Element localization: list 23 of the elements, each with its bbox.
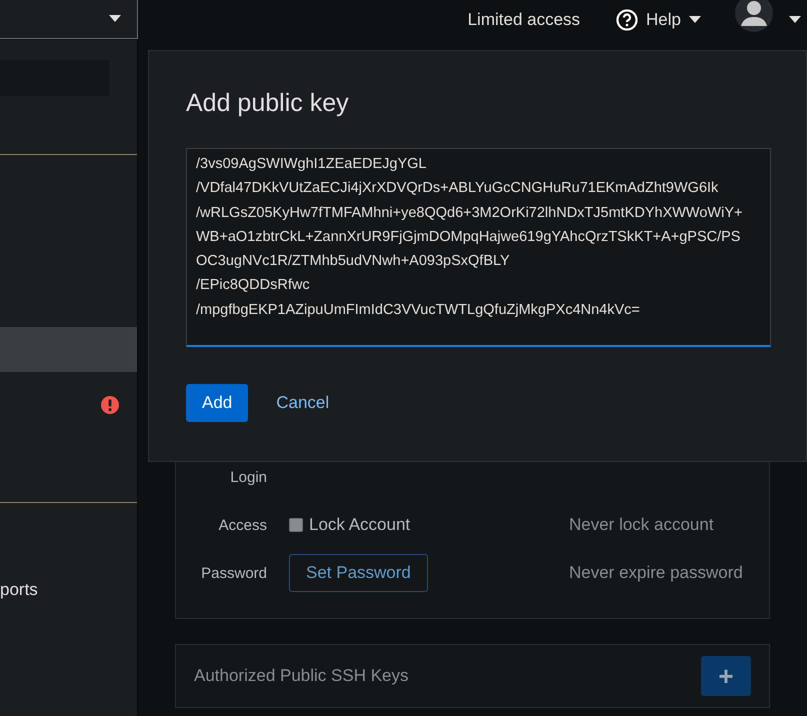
- add-button[interactable]: Add: [186, 384, 248, 422]
- dialog-title: Add public key: [186, 89, 350, 118]
- cancel-link[interactable]: Cancel: [260, 384, 346, 422]
- field-label: Login: [229, 468, 267, 486]
- help-menu[interactable]: Help: [616, 9, 701, 31]
- caret-icon: [689, 16, 701, 24]
- lock-account-checkbox[interactable]: Lock Account: [289, 515, 547, 535]
- nav-item[interactable]: ports: [0, 580, 38, 600]
- set-password-button[interactable]: Set Password: [289, 554, 428, 592]
- limited-access-label[interactable]: Limited access: [468, 10, 580, 30]
- add-key-button[interactable]: +: [701, 656, 751, 696]
- help-icon: [616, 9, 638, 31]
- caret-icon[interactable]: [789, 16, 801, 24]
- error-icon: [101, 396, 119, 414]
- caret-icon: [109, 15, 121, 23]
- status-note: Never lock account: [569, 515, 715, 535]
- card-title: Authorized Public SSH Keys: [194, 666, 410, 686]
- context-selector[interactable]: [0, 0, 138, 39]
- field-label: Access: [218, 516, 267, 534]
- field-label: Password: [200, 564, 267, 582]
- public-key-input[interactable]: /3vs09AgSWIWghI1ZEaEDEJgYGL /VDfal47DKkVUtZaECJi4jXrXDVQrDs+ABLYuGcCNGHuRu71EKmAdZht9WG6Ik /wRLGsZ05KyHw7fTMFAMhni+ye8QQd6+3M2OrKi72lhNDxTJ5mtKDYhXWWoWiY+WB+aO1zbtrCkL+ZannXrUR9FjGjmDOMpqHajwe619gYAhcQrzTSkKT+A+gPSC/PSOC3ugNVc1R/ZTMhb5udVNwh+A093pSxQfBLY /EPic8QDDsRfwc /mpgfbgEKP1AZipuUmFImIdC3VVucTWTLgQfuZjMkgPXc4Nn4kVc=: [186, 148, 771, 347]
- status-note: Never expire password: [569, 563, 744, 583]
- avatar-icon[interactable]: [735, 0, 773, 32]
